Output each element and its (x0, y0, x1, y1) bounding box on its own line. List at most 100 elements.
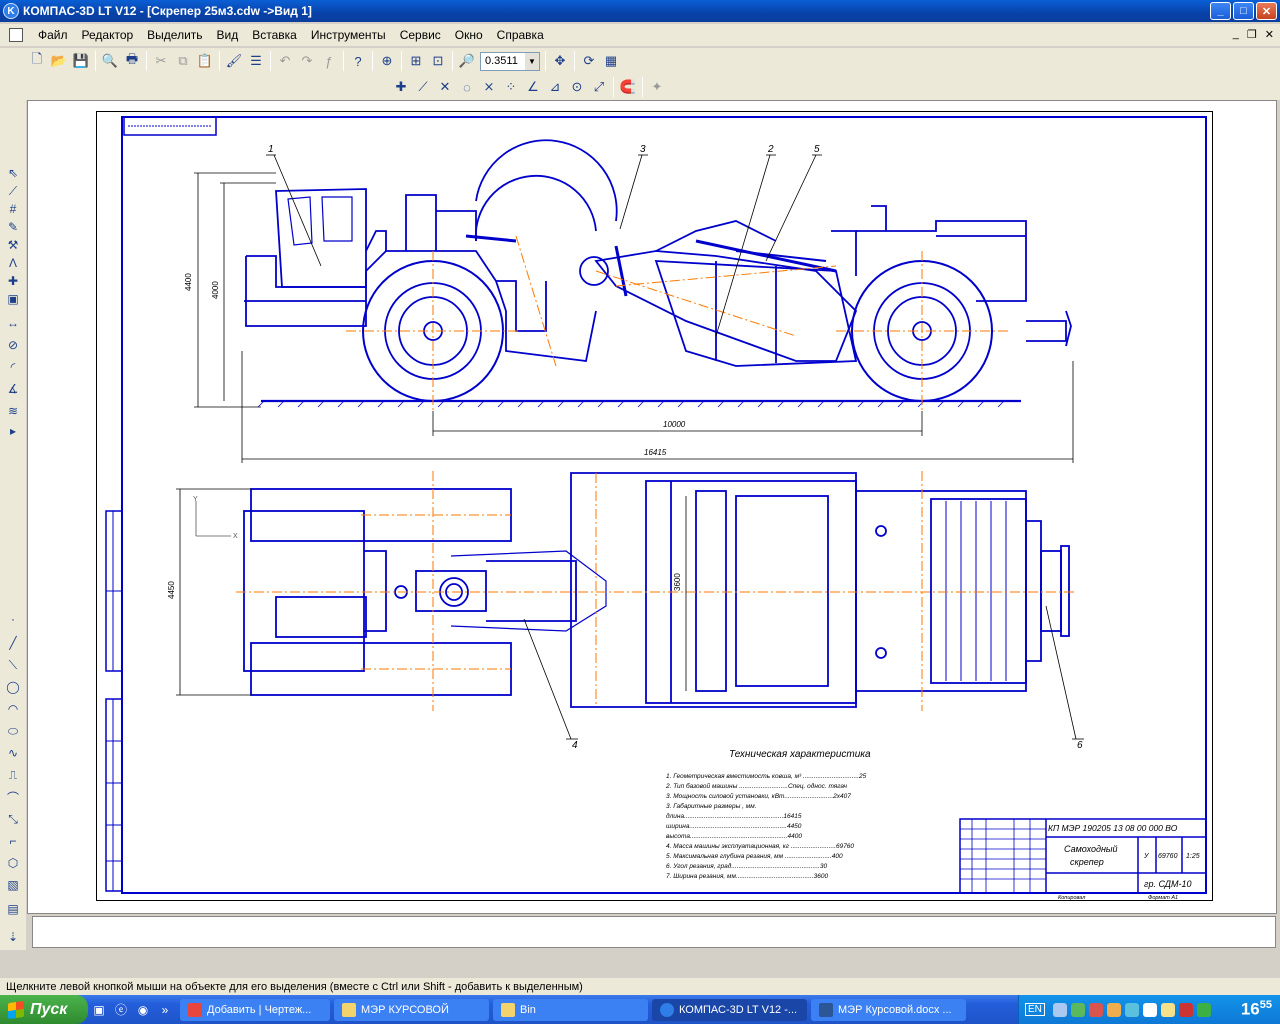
menu-insert[interactable]: Вставка (245, 26, 304, 44)
zoom-all-icon[interactable]: ⊞ (405, 50, 427, 72)
snap-angle-icon[interactable]: ∠ (522, 76, 544, 98)
refresh-icon[interactable]: ⟳ (578, 50, 600, 72)
hatch-fill-icon[interactable]: ▧ (4, 876, 22, 894)
edit-tool-icon[interactable]: ⚒ (4, 236, 22, 254)
save-icon[interactable]: 💾 (70, 50, 92, 72)
pan-icon[interactable]: ✥ (549, 50, 571, 72)
zoom-window-icon[interactable]: ⊕ (376, 50, 398, 72)
parametric-tool-icon[interactable]: Λ (4, 254, 22, 272)
language-indicator[interactable]: EN (1025, 1003, 1045, 1016)
task-browser[interactable]: Добавить | Чертеж... (180, 998, 330, 1021)
menu-editor[interactable]: Редактор (75, 26, 141, 44)
new-document-icon[interactable]: 🗋 (26, 50, 48, 72)
circle-dimension-icon[interactable]: ⊘ (4, 336, 22, 354)
flag-icon[interactable] (1178, 1002, 1193, 1017)
panel-scroll-icon[interactable]: ⇣ (4, 928, 22, 946)
help-pointer-icon[interactable]: ? (347, 50, 369, 72)
zoom-in-icon[interactable]: 🔎 (456, 50, 478, 72)
function-icon[interactable]: ƒ (318, 50, 340, 72)
menu-view[interactable]: Вид (210, 26, 246, 44)
snap-intersection-icon[interactable]: ✕ (434, 76, 456, 98)
minimize-button[interactable]: _ (1210, 2, 1231, 20)
download-icon[interactable] (1196, 1002, 1211, 1017)
menu-tools[interactable]: Инструменты (304, 26, 393, 44)
chevron-down-icon[interactable]: ▼ (525, 52, 539, 70)
menu-help[interactable]: Справка (490, 26, 551, 44)
arc-dimension-icon[interactable]: ◜ (4, 358, 22, 376)
zoom-fit-icon[interactable]: ⊡ (427, 50, 449, 72)
properties-icon[interactable]: ☰ (245, 50, 267, 72)
task-folder-bin[interactable]: Bin (493, 998, 648, 1021)
cut-icon[interactable]: ✂ (150, 50, 172, 72)
desktop-icon[interactable]: ▣ (88, 999, 110, 1021)
polyline-tool-icon[interactable]: ⎍ (4, 766, 22, 784)
undo-icon[interactable]: ↶ (274, 50, 296, 72)
close-button[interactable]: ✕ (1256, 2, 1277, 20)
snap-point-icon[interactable]: ✚ (390, 76, 412, 98)
point-tool-icon[interactable]: · (4, 610, 22, 628)
copy-icon[interactable]: ⧉ (172, 50, 194, 72)
bezier-tool-icon[interactable]: ⌒ (4, 788, 22, 806)
snap-tangent-icon[interactable]: ◌ (456, 76, 478, 98)
snap-nearest-icon[interactable]: ⤢ (588, 76, 610, 98)
property-panel[interactable] (32, 916, 1276, 948)
media-icon[interactable]: ◉ (132, 999, 154, 1021)
offset-tool-icon[interactable]: ⤡ (4, 810, 22, 828)
tray-arrow-icon[interactable] (1052, 1002, 1067, 1017)
measure-tool-icon[interactable]: ✚ (4, 272, 22, 290)
volume-icon[interactable] (1142, 1002, 1157, 1017)
task-kompas[interactable]: КОМПАС-3D LT V12 -... (652, 998, 807, 1021)
fragment-tool-icon[interactable]: ▣ (4, 290, 22, 308)
print-preview-icon[interactable]: 🔍 (99, 50, 121, 72)
doc-minimize-button[interactable]: _ (1233, 28, 1239, 41)
snap-grid-icon[interactable]: ⁘ (500, 76, 522, 98)
start-button[interactable]: Пуск (0, 995, 88, 1024)
document-icon[interactable] (9, 28, 23, 42)
format-painter-icon[interactable]: 🖌 (223, 50, 245, 72)
title-bar[interactable]: K КОМПАС-3D LT V12 - [Скрепер 25м3.cdw -… (0, 0, 1280, 22)
dimension-tool-icon[interactable]: ↔ (4, 314, 22, 332)
grid-tool-icon[interactable]: # (4, 200, 22, 218)
layers-icon[interactable]: ▦ (600, 50, 622, 72)
segment-tool-icon[interactable]: ⟍ (4, 656, 22, 674)
arc-tool-icon[interactable]: ◠ (4, 700, 22, 718)
line-tool-icon[interactable]: ╱ (4, 634, 22, 652)
snap-line-icon[interactable]: ⟋ (412, 76, 434, 98)
circle-tool-icon[interactable]: ◯ (4, 678, 22, 696)
snap-center-icon[interactable]: ⊙ (566, 76, 588, 98)
shield-icon[interactable] (1106, 1002, 1121, 1017)
hatch-tool-icon[interactable]: ≋ (4, 402, 22, 420)
ie-icon[interactable]: ⓔ (110, 999, 132, 1021)
pen-tool-icon[interactable]: ✎ (4, 218, 22, 236)
drawing-canvas[interactable]: 4400 4000 10000 16415 1 3 2 5 4450 3600 … (27, 100, 1277, 914)
chamfer-tool-icon[interactable]: ⌐ (4, 832, 22, 850)
chevron-right-icon[interactable]: » (154, 999, 176, 1021)
zoom-input[interactable]: 0.3511 ▼ (480, 51, 540, 71)
menu-service[interactable]: Сервис (393, 26, 448, 44)
clock[interactable]: 1655 (1241, 999, 1272, 1020)
magnet-icon[interactable]: 🧲 (617, 76, 639, 98)
open-folder-icon[interactable]: 📂 (48, 50, 70, 72)
select-tool-icon[interactable]: ⇖ (4, 164, 22, 182)
snap-options-icon[interactable]: ✦ (646, 76, 668, 98)
spline-tool-icon[interactable]: ∿ (4, 744, 22, 762)
maximize-button[interactable]: □ (1233, 2, 1254, 20)
expand-panel-icon[interactable]: ▸ (4, 422, 22, 440)
menu-file[interactable]: Файл (31, 26, 75, 44)
folder-tray-icon[interactable] (1160, 1002, 1175, 1017)
table-tool-icon[interactable]: ▤ (4, 900, 22, 918)
print-icon[interactable]: 🖶 (121, 50, 143, 72)
snap-corner-icon[interactable]: ⊿ (544, 76, 566, 98)
angle-dimension-icon[interactable]: ∡ (4, 380, 22, 398)
ellipse-tool-icon[interactable]: ⬭ (4, 722, 22, 740)
doc-close-button[interactable]: ✕ (1265, 28, 1274, 41)
menu-window[interactable]: Окно (448, 26, 490, 44)
geometry-tool-icon[interactable]: ⟋ (4, 182, 22, 200)
polygon-tool-icon[interactable]: ⬡ (4, 854, 22, 872)
task-word[interactable]: МЭР Курсовой.docx ... (811, 998, 966, 1021)
redo-icon[interactable]: ↷ (296, 50, 318, 72)
menu-select[interactable]: Выделить (140, 26, 209, 44)
security-icon[interactable] (1088, 1002, 1103, 1017)
snap-normal-icon[interactable]: ⨯ (478, 76, 500, 98)
doc-restore-button[interactable]: ❐ (1247, 28, 1257, 41)
